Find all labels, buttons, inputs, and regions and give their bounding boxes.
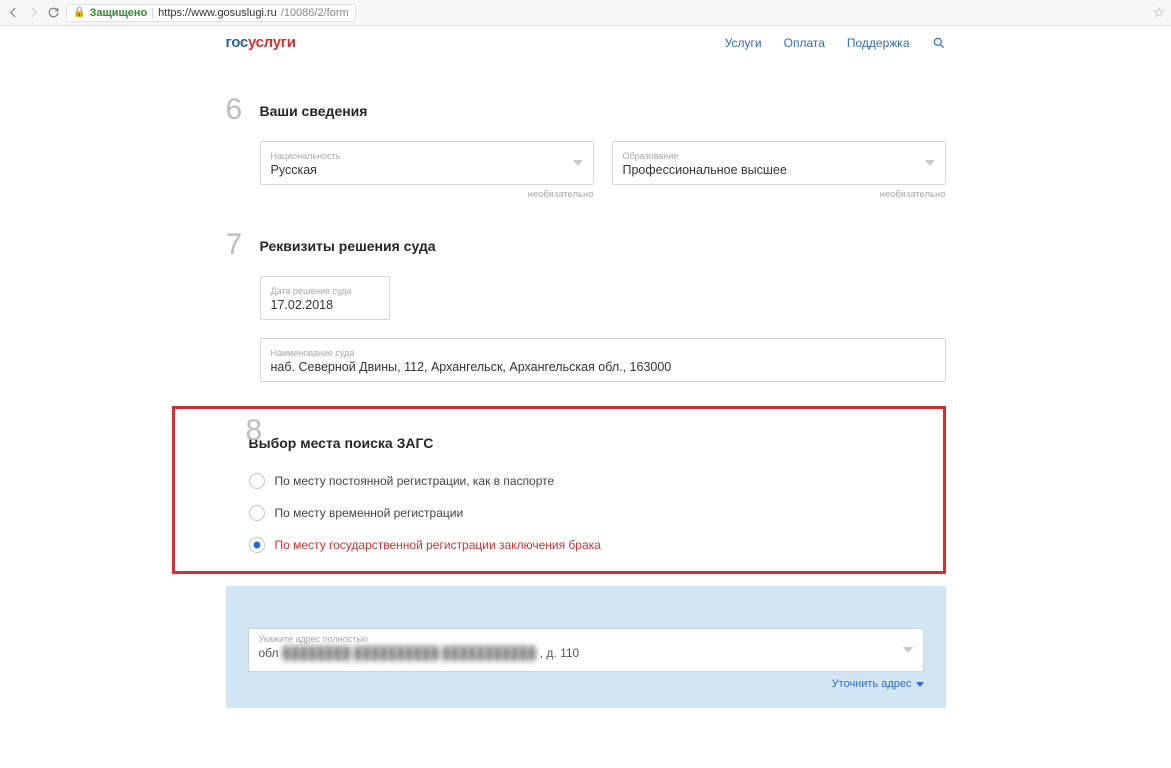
logo[interactable]: госуслуги: [226, 34, 296, 51]
section-7: 7 Реквизиты решения суда Дата решения су…: [226, 234, 946, 382]
radio-permanent-label: По месту постоянной регистрации, как в п…: [275, 474, 555, 488]
nav-payment[interactable]: Оплата: [784, 36, 825, 50]
education-hint: необязательно: [612, 189, 946, 200]
chevron-down-icon: [925, 160, 935, 166]
address-select[interactable]: Укажите адрес полностью обл ████████ ███…: [248, 628, 924, 672]
section-7-number: 7: [226, 228, 243, 262]
nationality-select[interactable]: Национальность Русская: [260, 141, 594, 185]
url-path: /10086/2/form: [281, 7, 349, 19]
court-name-value: наб. Северной Двины, 112, Архангельск, А…: [271, 360, 935, 374]
lock-icon: 🔒: [73, 7, 85, 18]
education-select[interactable]: Образование Профессиональное высшее: [612, 141, 946, 185]
radio-icon: [249, 473, 265, 489]
section-8-highlight: 8 Выбор места поиска ЗАГС По месту посто…: [172, 406, 946, 574]
browser-chrome: 🔒 Защищено | https://www.gosuslugi.ru/10…: [0, 0, 1171, 26]
secure-label: Защищено: [89, 7, 147, 19]
address-redacted: ████████ ██████████ ███████████: [283, 646, 536, 660]
radio-marriage-registration[interactable]: По месту государственной регистрации зак…: [249, 537, 923, 553]
chevron-down-icon: [903, 647, 913, 653]
court-name-label: Наименование суда: [271, 349, 935, 358]
nationality-value: Русская: [271, 163, 583, 177]
section-6: 6 Ваши сведения Национальность Русская н…: [226, 99, 946, 200]
radio-temporary-registration[interactable]: По месту временной регистрации: [249, 505, 923, 521]
section-8-number: 8: [246, 414, 263, 448]
bookmark-icon[interactable]: ☆: [1152, 4, 1165, 21]
court-date-label: Дата решения суда: [271, 287, 379, 296]
chevron-down-icon: [916, 682, 924, 687]
forward-icon[interactable]: [26, 6, 40, 20]
section-7-title: Реквизиты решения суда: [260, 234, 946, 254]
radio-temporary-label: По месту временной регистрации: [275, 506, 464, 520]
chevron-down-icon: [573, 160, 583, 166]
back-icon[interactable]: [6, 6, 20, 20]
court-date-field[interactable]: Дата решения суда 17.02.2018: [260, 276, 390, 320]
search-icon[interactable]: [932, 36, 946, 50]
court-name-field[interactable]: Наименование суда наб. Северной Двины, 1…: [260, 338, 946, 382]
address-prefix: обл: [259, 646, 279, 660]
reload-icon[interactable]: [46, 6, 60, 20]
nav-services[interactable]: Услуги: [725, 36, 762, 50]
nav-support[interactable]: Поддержка: [847, 36, 910, 50]
radio-permanent-registration[interactable]: По месту постоянной регистрации, как в п…: [249, 473, 923, 489]
section-6-title: Ваши сведения: [260, 99, 946, 119]
refine-address-link[interactable]: Уточнить адрес: [248, 678, 924, 690]
address-panel: Укажите адрес полностью обл ████████ ███…: [226, 586, 946, 708]
address-bar[interactable]: 🔒 Защищено | https://www.gosuslugi.ru/10…: [66, 4, 356, 22]
court-date-value: 17.02.2018: [271, 298, 379, 312]
nationality-label: Национальность: [271, 152, 583, 161]
address-label: Укажите адрес полностью: [259, 635, 913, 644]
section-6-number: 6: [226, 93, 243, 127]
address-suffix: , д. 110: [540, 646, 579, 660]
nationality-hint: необязательно: [260, 189, 594, 200]
radio-icon: [249, 505, 265, 521]
top-nav: госуслуги Услуги Оплата Поддержка: [226, 26, 946, 65]
url-host: https://www.gosuslugi.ru: [158, 7, 277, 19]
radio-marriage-label: По месту государственной регистрации зак…: [275, 538, 601, 552]
section-8: 8 Выбор места поиска ЗАГС По месту посто…: [226, 406, 946, 708]
education-value: Профессиональное высшее: [623, 163, 935, 177]
section-8-title: Выбор места поиска ЗАГС: [249, 423, 923, 451]
education-label: Образование: [623, 152, 935, 161]
radio-icon: [249, 537, 265, 553]
